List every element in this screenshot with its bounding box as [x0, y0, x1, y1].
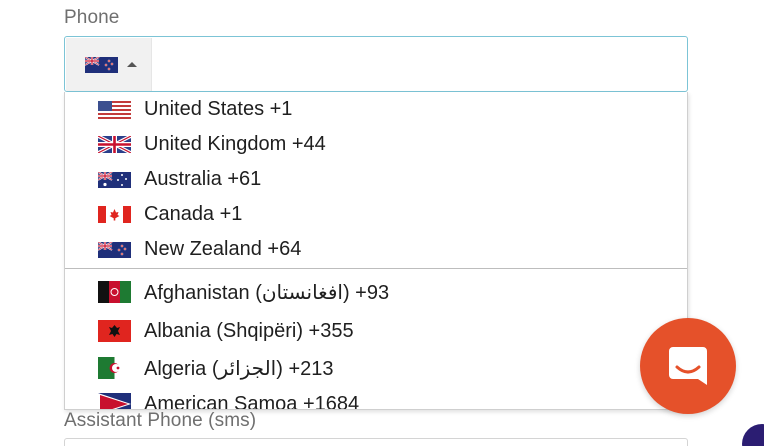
corner-accent	[742, 424, 764, 446]
australia-flag-icon	[98, 171, 131, 188]
country-option[interactable]: Australia +61	[65, 162, 687, 197]
country-name: Algeria (‫الجزائر‬‎) +213	[144, 357, 334, 380]
country-option[interactable]: Canada +1	[65, 197, 687, 232]
country-name: American Samoa +1684	[144, 392, 360, 410]
afghanistan-flag-icon	[98, 281, 131, 303]
country-name: United States +1	[144, 98, 293, 120]
country-option[interactable]: United Kingdom +44	[65, 127, 687, 162]
chat-icon	[669, 347, 707, 385]
country-option[interactable]: American Samoa +1684	[65, 386, 687, 410]
country-flag-selector[interactable]	[66, 38, 152, 91]
phone-input[interactable]	[64, 36, 688, 92]
country-option[interactable]: Afghanistan (‫افغانستان‬‎) +93	[65, 272, 687, 312]
country-name: Albania (Shqipëri) +355	[144, 319, 354, 342]
country-name: Afghanistan (‫افغانستان‬‎) +93	[144, 281, 390, 304]
country-name: Canada +1	[144, 203, 243, 225]
uk-flag-icon	[98, 136, 131, 153]
phone-label: Phone	[64, 7, 120, 28]
country-option[interactable]: Albania (Shqipëri) +355	[65, 312, 687, 350]
albania-flag-icon	[98, 320, 131, 342]
country-option[interactable]: United States +1	[65, 92, 687, 127]
us-flag-icon	[98, 100, 131, 119]
new-zealand-flag-icon	[98, 241, 131, 258]
country-name: Australia +61	[144, 168, 262, 190]
country-name: New Zealand +64	[144, 238, 302, 260]
country-name: United Kingdom +44	[144, 133, 326, 155]
country-option[interactable]: Algeria (‫الجزائر‬‎) +213	[65, 350, 687, 386]
canada-flag-icon	[98, 206, 131, 223]
country-dropdown[interactable]: United States +1 United Kingdom +44 Aust…	[64, 92, 688, 410]
dropdown-divider	[65, 268, 687, 269]
american-samoa-flag-icon	[98, 393, 131, 409]
algeria-flag-icon	[98, 357, 131, 379]
caret-up-icon	[127, 62, 137, 67]
country-option[interactable]: New Zealand +64	[65, 232, 687, 267]
chat-launcher-button[interactable]	[640, 318, 736, 414]
new-zealand-flag-icon	[85, 56, 118, 73]
page: Phone United States +1 United Kingdom +4…	[0, 0, 764, 446]
assistant-phone-label: Assistant Phone (sms)	[64, 410, 257, 431]
assistant-phone-input[interactable]	[64, 438, 688, 446]
